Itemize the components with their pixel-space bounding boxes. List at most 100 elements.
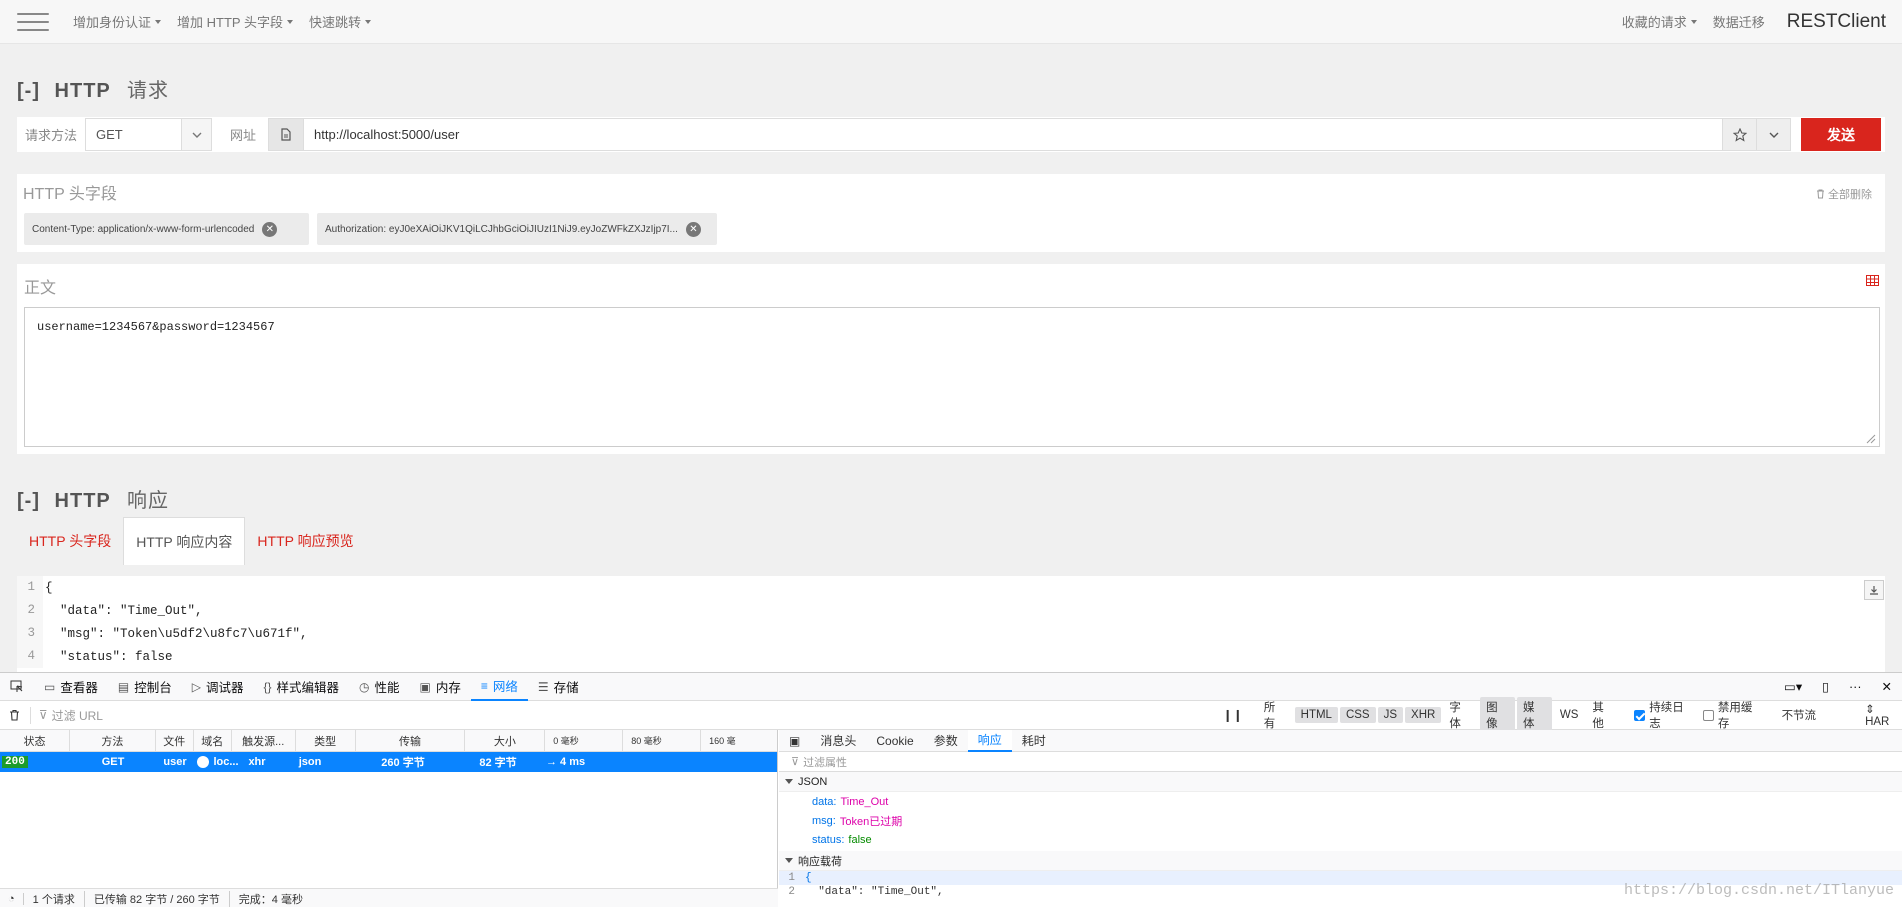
- har-menu[interactable]: ⇕ HAR: [1865, 702, 1902, 728]
- toggle-sidebar-icon[interactable]: ▣: [779, 730, 810, 752]
- property-key: status:: [812, 833, 845, 846]
- json-section-label: JSON: [798, 775, 828, 788]
- filter-icon: ⊽: [791, 756, 800, 768]
- header-chip[interactable]: Content-Type: application/x-www-form-url…: [24, 213, 309, 245]
- hamburger-menu-icon[interactable]: [15, 10, 51, 34]
- tab-debugger[interactable]: ▷ 调试器: [182, 673, 254, 701]
- url-input[interactable]: [304, 118, 1723, 151]
- tab-network[interactable]: ≡ 网络: [470, 673, 528, 701]
- col-file[interactable]: 文件: [156, 729, 194, 752]
- payload-text: "data": "Time_Out",: [805, 886, 944, 898]
- element-picker-icon[interactable]: [0, 673, 34, 701]
- filter-images[interactable]: 图像: [1480, 697, 1516, 733]
- trash-icon[interactable]: [0, 709, 30, 721]
- collapse-toggle[interactable]: [-]: [17, 490, 40, 512]
- memory-icon: ▣: [419, 679, 431, 694]
- tab-response-headers[interactable]: HTTP 头字段: [17, 517, 123, 565]
- filter-other[interactable]: 其他: [1586, 697, 1621, 733]
- persist-log-checkbox[interactable]: 持续日志: [1634, 699, 1695, 731]
- tab-response-preview[interactable]: HTTP 响应预览: [245, 517, 365, 565]
- line-number: 2: [788, 886, 795, 898]
- filter-all[interactable]: 所有: [1258, 697, 1293, 733]
- table-icon[interactable]: [1866, 274, 1879, 289]
- filter-media[interactable]: 媒体: [1517, 697, 1552, 733]
- response-code-editor[interactable]: 1{ 2 "data": "Time_Out", 3 "msg": "Token…: [17, 576, 1885, 672]
- response-section-title[interactable]: [-] HTTP 响应: [17, 484, 169, 513]
- col-type[interactable]: 类型: [296, 729, 356, 752]
- filter-ws[interactable]: WS: [1554, 707, 1585, 723]
- col-status[interactable]: 状态: [0, 729, 70, 752]
- row-file: user: [163, 756, 187, 768]
- method-select[interactable]: GET: [85, 118, 213, 151]
- property-value: false: [848, 833, 872, 846]
- col-size[interactable]: 大小: [465, 729, 546, 752]
- line-number: 4: [17, 645, 43, 668]
- tab-memory[interactable]: ▣ 内存: [410, 673, 471, 701]
- tab-headers[interactable]: 消息头: [810, 730, 866, 752]
- row-transferred: 260 字节: [381, 757, 425, 769]
- network-filter-bar: ⊽ 过滤 URL ❙❙ 所有 HTML CSS JS XHR 字体 图像 媒体 …: [0, 697, 1902, 733]
- download-icon[interactable]: [1864, 580, 1884, 600]
- tab-console-label: 控制台: [134, 681, 172, 695]
- filter-css[interactable]: CSS: [1339, 707, 1376, 723]
- filter-fonts[interactable]: 字体: [1443, 697, 1478, 733]
- tab-response[interactable]: 响应: [967, 729, 1012, 752]
- pause-icon[interactable]: ❙❙: [1223, 708, 1243, 722]
- watermark: https://blog.csdn.net/ITlanyue: [1623, 882, 1894, 899]
- globe-icon: [197, 756, 210, 768]
- filter-js[interactable]: JS: [1377, 707, 1404, 723]
- inspector-icon: ▭: [44, 679, 56, 694]
- nav-quick-jump[interactable]: 快速跳转: [309, 12, 371, 31]
- tab-storage[interactable]: ☰ 存储: [528, 673, 589, 701]
- close-icon[interactable]: ✕: [1872, 673, 1902, 701]
- close-icon[interactable]: ✕: [262, 221, 278, 237]
- table-row[interactable]: 200 GET user loc... xhr json 260 字节 82 字…: [0, 752, 777, 772]
- body-textarea[interactable]: [24, 307, 1880, 447]
- responsive-mode-icon[interactable]: ▯: [1812, 673, 1839, 701]
- nav-add-auth[interactable]: 增加身份认证: [73, 12, 162, 31]
- tab-performance[interactable]: ◷ 性能: [349, 673, 410, 701]
- col-cause[interactable]: 触发源...: [232, 729, 296, 752]
- col-method[interactable]: 方法: [70, 729, 156, 752]
- brand-logo[interactable]: RESTClient: [1787, 11, 1886, 33]
- header-chip[interactable]: Authorization: eyJ0eXAiOiJKV1QiLCJhbGciO…: [317, 213, 717, 245]
- resize-grip-icon[interactable]: [1864, 432, 1876, 444]
- nav-add-header[interactable]: 增加 HTTP 头字段: [177, 12, 293, 31]
- close-icon[interactable]: ✕: [685, 221, 701, 237]
- filter-xhr[interactable]: XHR: [1405, 707, 1442, 723]
- url-filter[interactable]: ⊽ 过滤 URL: [29, 706, 1223, 724]
- col-domain[interactable]: 域名: [194, 729, 232, 752]
- throttle-select[interactable]: 不节流: [1782, 707, 1862, 723]
- row-timing: → 4 ms: [546, 756, 586, 768]
- filter-html[interactable]: HTML: [1294, 707, 1338, 723]
- filter-properties-input[interactable]: ⊽ 过滤属性: [779, 752, 1902, 772]
- nav-data-migration[interactable]: 数据迁移: [1713, 12, 1765, 31]
- tab-response-content[interactable]: HTTP 响应内容: [123, 517, 246, 565]
- response-title-cn: 响应: [126, 490, 169, 512]
- payload-section-header[interactable]: 响应载荷: [779, 851, 1902, 871]
- tab-cookies[interactable]: Cookie: [866, 730, 923, 752]
- chevron-down-icon[interactable]: [1757, 118, 1791, 151]
- code-text: {: [45, 580, 53, 595]
- network-request-list: 状态 方法 文件 域名 触发源... 类型 传输 大小 0 毫秒 80 毫秒 1…: [0, 729, 778, 907]
- request-section-title[interactable]: [-] HTTP 请求: [17, 74, 169, 103]
- nav-favorites-label: 收藏的请求: [1621, 15, 1687, 30]
- col-transferred[interactable]: 传输: [356, 729, 466, 752]
- send-button[interactable]: 发送: [1801, 118, 1881, 151]
- clear-all-button[interactable]: 全部删除: [1816, 186, 1872, 202]
- clock-icon[interactable]: ◔: [0, 892, 24, 905]
- tab-timings[interactable]: 耗时: [1012, 730, 1056, 752]
- more-options-icon[interactable]: ···: [1839, 673, 1872, 701]
- star-icon[interactable]: [1723, 118, 1757, 151]
- json-section-header[interactable]: JSON: [779, 772, 1902, 792]
- top-navbar: 增加身份认证 增加 HTTP 头字段 快速跳转 收藏的请求 数据迁移 RESTC…: [0, 0, 1902, 44]
- row-size: 82 字节: [479, 757, 517, 769]
- disable-cache-checkbox[interactable]: 禁用缓存: [1702, 699, 1764, 731]
- collapse-toggle[interactable]: [-]: [17, 80, 40, 102]
- nav-favorites[interactable]: 收藏的请求: [1622, 12, 1697, 31]
- tab-console[interactable]: ▤ 控制台: [108, 673, 182, 701]
- tab-inspector[interactable]: ▭ 查看器: [34, 673, 108, 701]
- tab-style-editor[interactable]: {} 样式编辑器: [253, 673, 349, 701]
- tab-params[interactable]: 参数: [924, 730, 968, 752]
- dock-layout-icon[interactable]: ▭▾: [1774, 673, 1812, 701]
